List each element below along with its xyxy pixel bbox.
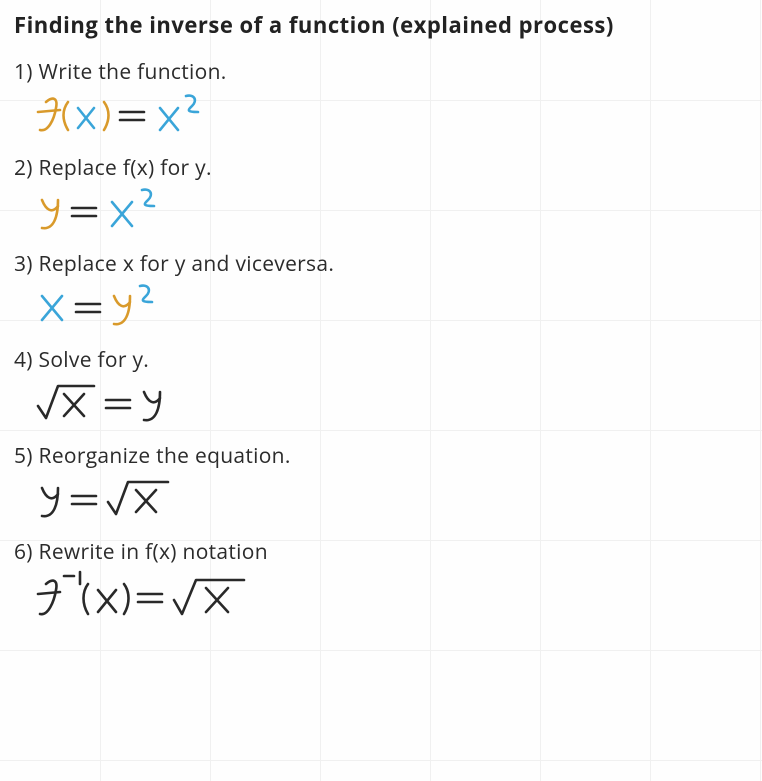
step-4: 4) Solve for y. (14, 346, 748, 424)
equation-sqrt-x-equals-y-icon (28, 378, 748, 424)
document-body: Finding the inverse of a function (expla… (0, 0, 762, 644)
equation-y-equals-sqrt-x-icon (28, 474, 748, 520)
step-6: 6) Rewrite in f(x) notation (14, 538, 748, 616)
step-2-label: 2) Replace f(x) for y. (14, 154, 748, 182)
equation-x-equals-y-squared-icon (28, 282, 748, 328)
step-5-label: 5) Reorganize the equation. (14, 442, 748, 470)
step-3-label: 3) Replace x for y and viceversa. (14, 250, 748, 278)
equation-fx-equals-x-squared-icon (28, 90, 748, 136)
step-6-label: 6) Rewrite in f(x) notation (14, 538, 748, 566)
step-2: 2) Replace f(x) for y. (14, 154, 748, 232)
step-1-label: 1) Write the function. (14, 58, 748, 86)
page-title: Finding the inverse of a function (expla… (14, 10, 748, 40)
step-1: 1) Write the function. (14, 58, 748, 136)
equation-y-equals-x-squared-icon (28, 186, 748, 232)
step-5: 5) Reorganize the equation. (14, 442, 748, 520)
equation-f-inverse-x-equals-sqrt-x-icon (28, 570, 748, 616)
step-4-label: 4) Solve for y. (14, 346, 748, 374)
step-3: 3) Replace x for y and viceversa. (14, 250, 748, 328)
